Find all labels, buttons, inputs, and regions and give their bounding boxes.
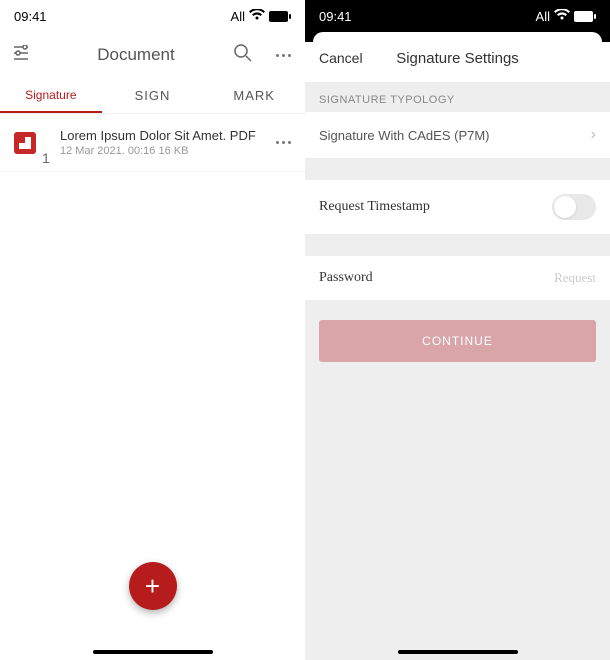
status-network: All bbox=[536, 9, 550, 24]
app-header: Document bbox=[0, 32, 305, 78]
tab-signature[interactable]: Signature bbox=[0, 78, 102, 113]
wifi-icon bbox=[249, 9, 265, 24]
timestamp-row: Request Timestamp bbox=[305, 180, 610, 234]
status-time: 09:41 bbox=[319, 9, 352, 24]
gap bbox=[305, 158, 610, 180]
timestamp-label: Request Timestamp bbox=[319, 199, 430, 215]
file-more-icon[interactable] bbox=[276, 141, 291, 144]
cancel-button[interactable]: Cancel bbox=[319, 50, 363, 66]
file-number: 1 bbox=[42, 150, 50, 166]
modal-header: Cancel Signature Settings bbox=[305, 42, 610, 82]
tabs: Signature SIGN MARK bbox=[0, 78, 305, 114]
section-typology-label: SIGNATURE TYPOLOGY bbox=[305, 82, 610, 112]
gap bbox=[305, 234, 610, 256]
filter-icon[interactable] bbox=[14, 45, 38, 66]
home-indicator bbox=[93, 650, 213, 654]
phone-left: 09:41 All Document Signature SIGN MARK bbox=[0, 0, 305, 660]
timestamp-toggle[interactable] bbox=[552, 194, 596, 220]
wifi-icon bbox=[554, 9, 570, 24]
file-meta: 12 Mar 2021. 00:16 16 KB bbox=[60, 145, 264, 157]
typology-value: Signature With CAdES (P7M) bbox=[319, 128, 490, 143]
password-placeholder: Request bbox=[554, 270, 596, 286]
tab-sign[interactable]: SIGN bbox=[102, 78, 204, 113]
file-row[interactable]: 1 Lorem Ipsum Dolor Sit Amet. PDF 12 Mar… bbox=[0, 114, 305, 172]
plus-icon: + bbox=[145, 571, 160, 602]
add-button[interactable]: + bbox=[129, 562, 177, 610]
typology-row[interactable]: Signature With CAdES (P7M) › bbox=[305, 112, 610, 158]
password-label: Password bbox=[319, 270, 373, 286]
file-name: Lorem Ipsum Dolor Sit Amet. PDF bbox=[60, 128, 264, 143]
continue-button[interactable]: CONTINUE bbox=[319, 320, 596, 362]
pdf-icon bbox=[14, 132, 36, 154]
battery-icon bbox=[269, 11, 291, 22]
home-indicator bbox=[398, 650, 518, 654]
file-info: Lorem Ipsum Dolor Sit Amet. PDF 12 Mar 2… bbox=[60, 128, 264, 157]
modal-title: Signature Settings bbox=[396, 50, 519, 67]
status-right: All bbox=[231, 9, 291, 24]
phone-right: 09:41 All Cancel Signature Settings SIGN… bbox=[305, 0, 610, 660]
more-icon[interactable] bbox=[276, 54, 291, 57]
password-row[interactable]: Password Request bbox=[305, 256, 610, 300]
status-time: 09:41 bbox=[14, 9, 47, 24]
status-right: All bbox=[536, 9, 596, 24]
header-title: Document bbox=[97, 45, 174, 65]
status-bar: 09:41 All bbox=[305, 0, 610, 32]
chevron-right-icon: › bbox=[591, 126, 596, 144]
status-network: All bbox=[231, 9, 245, 24]
tab-mark[interactable]: MARK bbox=[203, 78, 305, 113]
battery-icon bbox=[574, 11, 596, 22]
status-bar: 09:41 All bbox=[0, 0, 305, 32]
search-icon[interactable] bbox=[234, 44, 258, 67]
